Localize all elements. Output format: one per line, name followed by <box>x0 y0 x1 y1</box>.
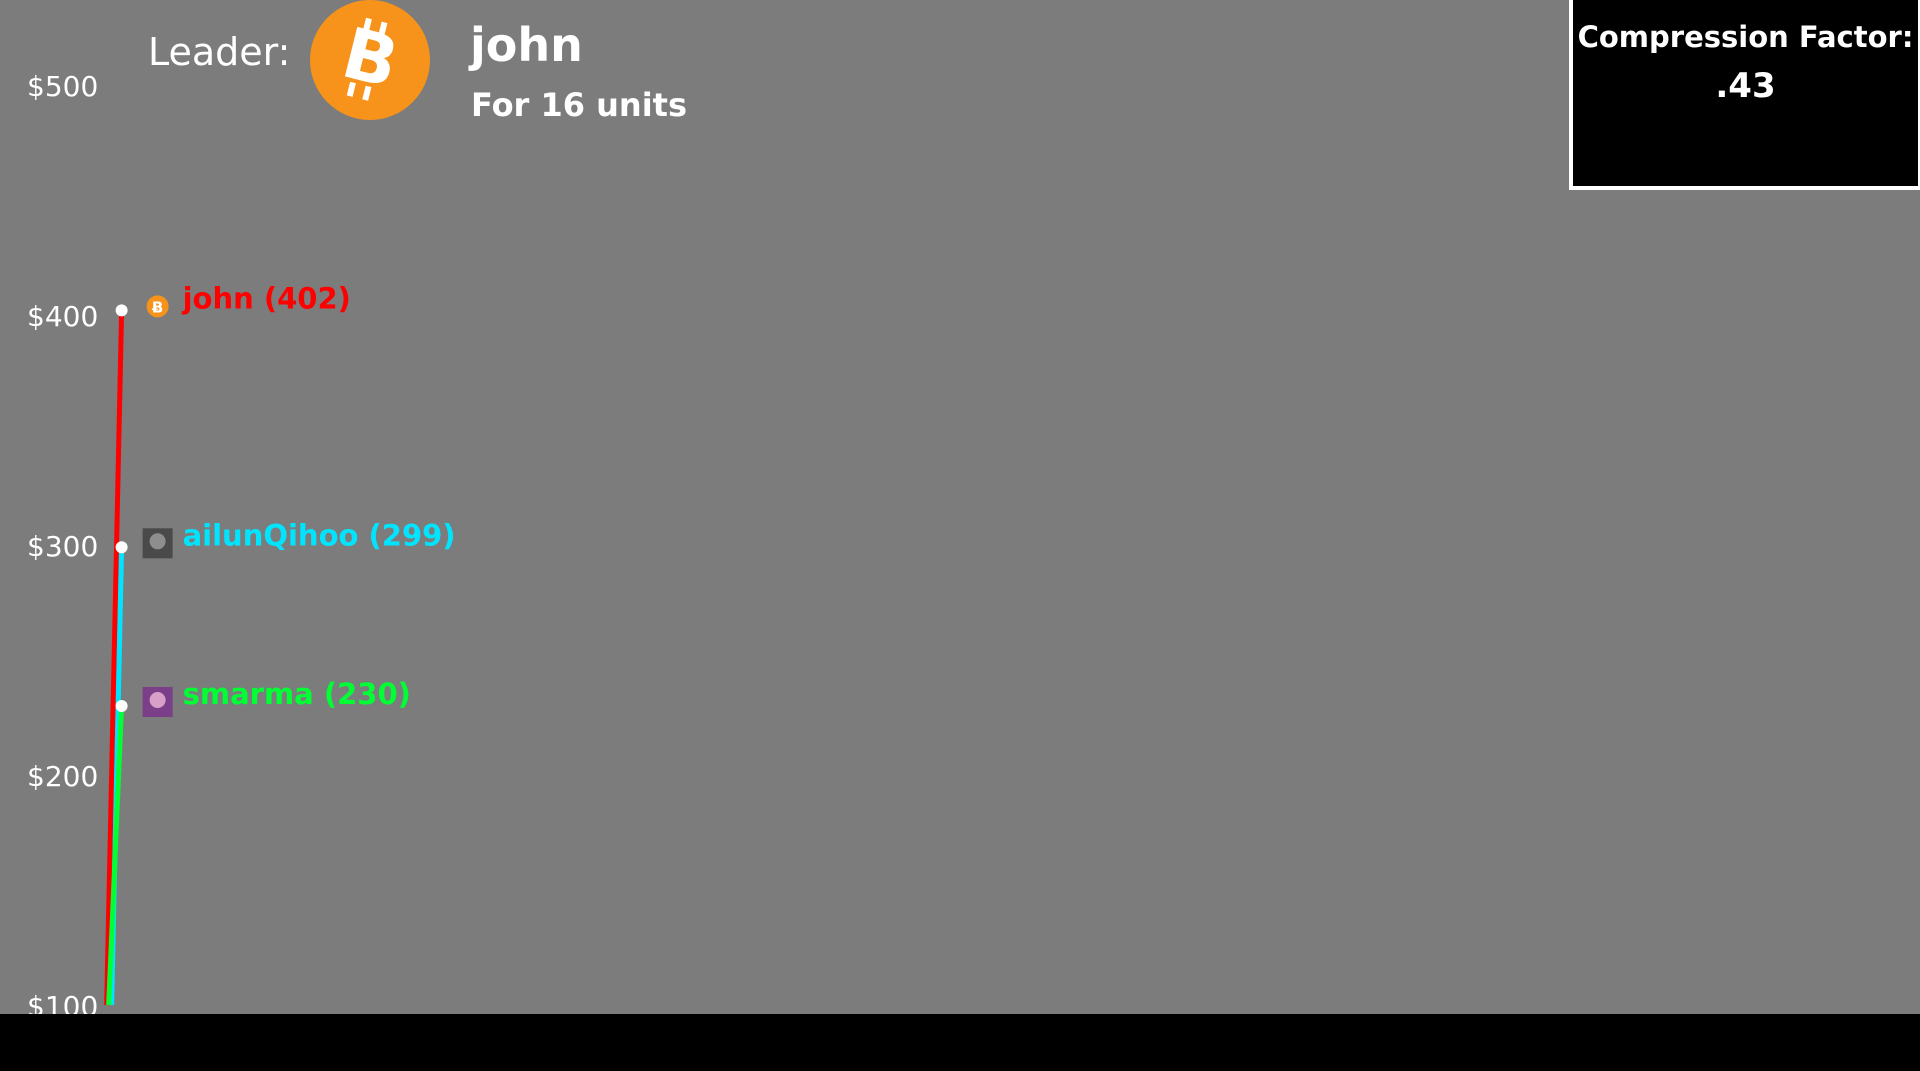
bitcoin-icon-glyph: Ƀ <box>152 298 163 316</box>
compression-factor-value: .43 <box>1715 66 1776 106</box>
series-label-ailunQihoo: ailunQihoo (299) <box>183 518 456 552</box>
leader-name: john <box>470 18 583 72</box>
leader-label: Leader: <box>148 30 291 74</box>
avatar-icon-face <box>149 533 166 550</box>
y-tick-label: $200 <box>27 760 98 793</box>
compression-factor-label: Compression Factor: <box>1577 20 1914 54</box>
race-chart-stage: $500$400$300$200$10073.55K73.95K74.35K74… <box>0 0 1920 1071</box>
series-label-smarma: smarma (230) <box>183 677 411 711</box>
y-tick-label: $400 <box>27 300 98 333</box>
y-tick-label: $300 <box>27 530 98 563</box>
series-end-point-smarma <box>115 700 128 712</box>
series-label-john: john (402) <box>182 281 351 315</box>
bitcoin-icon: B <box>310 0 430 120</box>
compression-factor-panel: Compression Factor: .43 <box>1569 0 1920 190</box>
series-end-point-ailunQihoo <box>115 541 128 554</box>
leader-duration: For 16 units <box>471 86 688 124</box>
x-axis-bar <box>0 1014 1920 1071</box>
avatar-icon-face <box>149 692 166 708</box>
series-end-point-john <box>115 304 128 317</box>
y-tick-label: $500 <box>27 70 98 103</box>
